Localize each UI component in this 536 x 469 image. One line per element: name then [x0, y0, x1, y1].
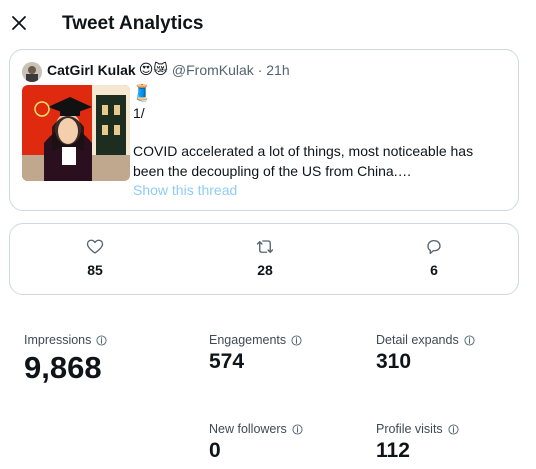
show-thread-link[interactable]: Show this thread [133, 182, 237, 198]
tweet-image[interactable] [22, 85, 130, 181]
metric-profile-visits: Profile visits 112 [376, 422, 459, 463]
profile-visits-label: Profile visits [376, 422, 443, 436]
metric-new-followers: New followers 0 [209, 422, 303, 463]
metric-impressions: Impressions 9,868 [24, 333, 107, 386]
metric-detail-expands: Detail expands 310 [376, 333, 475, 374]
thread-emoji: 🧵 [132, 83, 152, 102]
tweet-card[interactable]: CatGirl Kulak 😍😿 @FromKulak · 21h 🧵 1/ C… [9, 49, 519, 211]
author-handle-time[interactable]: @FromKulak · 21h [172, 62, 290, 78]
detail-expands-value: 310 [376, 350, 412, 373]
profile-visits-value: 112 [376, 439, 410, 462]
new-followers-label: New followers [209, 422, 287, 436]
close-button[interactable] [8, 12, 30, 34]
retweets-stat[interactable]: 28 [235, 238, 295, 278]
avatar[interactable] [22, 62, 42, 82]
likes-stat[interactable]: 85 [65, 238, 125, 278]
info-icon[interactable] [464, 334, 475, 346]
tweet-author[interactable]: CatGirl Kulak 😍😿 @FromKulak · 21h [47, 62, 290, 78]
impressions-label: Impressions [24, 333, 92, 347]
author-name[interactable]: CatGirl Kulak [47, 62, 136, 78]
info-icon[interactable] [292, 423, 303, 435]
tweet-text: COVID accelerated a lot of things, most … [133, 143, 474, 179]
new-followers-value: 0 [209, 439, 221, 462]
impressions-value: 9,868 [24, 350, 102, 385]
info-icon[interactable] [291, 334, 302, 346]
detail-expands-label: Detail expands [376, 333, 459, 347]
likes-count: 85 [87, 262, 103, 278]
page-title: Tweet Analytics [62, 13, 204, 34]
retweet-icon [256, 240, 274, 253]
header: Tweet Analytics [0, 0, 536, 48]
retweets-count: 28 [257, 262, 273, 278]
info-icon[interactable] [96, 334, 107, 346]
info-icon[interactable] [448, 423, 459, 435]
engagement-card: 85 28 6 [9, 223, 519, 295]
metric-engagements: Engagements 574 [209, 333, 302, 374]
engagements-value: 574 [209, 350, 245, 373]
reply-icon [427, 239, 441, 255]
engagements-label: Engagements [209, 333, 287, 347]
heart-icon [86, 239, 104, 254]
author-emojis: 😍😿 [138, 62, 168, 78]
tweet-line-1: 1/ [133, 105, 145, 121]
replies-count: 6 [430, 262, 438, 278]
replies-stat[interactable]: 6 [404, 238, 464, 278]
close-icon [12, 16, 26, 30]
